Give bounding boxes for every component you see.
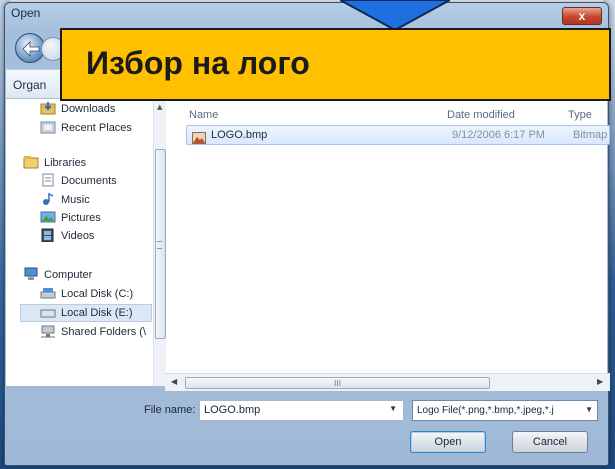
caption-box: Избор на лого [60,28,611,101]
scroll-grip [157,241,162,249]
file-list: Name Date modified Type LOGO.bmp 9/12/20… [167,99,615,386]
scroll-thumb[interactable]: III [185,377,490,389]
caption-title: Избор на лого [86,45,310,81]
file-name-value: LOGO.bmp [204,404,261,416]
drive-icon [40,305,56,319]
sidebar-item-label: Libraries [44,157,87,169]
recent-places-icon [40,120,56,134]
file-type: Bitmap in [573,129,615,141]
column-header-date-modified[interactable]: Date modified [447,109,515,121]
title-bar: Open x [5,3,608,29]
scroll-right-arrow-icon[interactable]: ▶ [597,377,603,386]
file-name-input[interactable]: LOGO.bmp ▼ [199,400,404,421]
sidebar-item-downloads[interactable]: Downloads [40,101,115,119]
documents-icon [40,173,56,187]
column-header-type[interactable]: Type [568,109,592,121]
window-title: Open [11,6,41,20]
sidebar-item-label: Shared Folders (\ [61,326,146,338]
sidebar-item-label: Documents [61,175,117,187]
sidebar-item-label: Pictures [61,212,101,224]
navigation-pane: Downloads Recent Places Libraries Docume… [6,99,166,386]
horizontal-scrollbar[interactable]: ◀ III ▶ [165,373,610,391]
file-type-value: Logo File(*.png,*.bmp,*.jpeg,*.j [417,405,554,416]
downloads-icon [40,101,56,115]
computer-icon [23,267,39,281]
sidebar-item-videos[interactable]: Videos [40,228,94,246]
scroll-left-arrow-icon[interactable]: ◀ [171,377,177,386]
pictures-icon [40,210,56,224]
file-type-select[interactable]: Logo File(*.png,*.bmp,*.jpeg,*.j ▼ [412,400,598,421]
shared-folder-icon [40,324,56,338]
organize-menu[interactable]: Organ [13,78,46,92]
file-name: LOGO.bmp [211,129,268,141]
sidebar-item-label: Videos [61,230,95,242]
close-icon: x [578,9,586,23]
sidebar-item-local-disk-e[interactable]: Local Disk (E:) [20,304,152,322]
navigation-scrollbar[interactable]: ▲ [153,99,166,386]
sidebar-item-label: Computer [44,269,93,281]
column-header-name[interactable]: Name [189,109,218,121]
videos-icon [40,228,56,243]
sidebar-item-local-disk-c[interactable]: Local Disk (C:) [40,286,133,304]
libraries-icon [23,155,39,169]
back-arrow-icon [22,41,40,57]
browser-area: Downloads Recent Places Libraries Docume… [6,99,615,386]
sidebar-item-documents[interactable]: Documents [40,173,117,191]
sidebar-item-recent-places[interactable]: Recent Places [40,120,132,138]
sidebar-item-label: Recent Places [61,122,132,134]
cancel-button[interactable]: Cancel [512,431,588,453]
drive-icon [40,286,56,300]
sidebar-item-music[interactable]: Music [40,192,90,210]
sidebar-item-computer[interactable]: Computer [23,267,92,285]
bitmap-file-icon [192,129,206,144]
file-row[interactable]: LOGO.bmp 9/12/2006 6:17 PM Bitmap in [186,125,615,145]
sidebar-item-label: Downloads [61,103,116,115]
file-name-label: File name: [144,404,196,416]
scroll-grip: III [334,379,342,388]
sidebar-item-shared-folders[interactable]: Shared Folders (\ [40,324,146,342]
down-arrow-icon [340,0,450,30]
sidebar-item-pictures[interactable]: Pictures [40,210,101,228]
open-button[interactable]: Open [410,431,486,453]
scroll-up-arrow-icon[interactable]: ▲ [157,103,162,111]
sidebar-item-label: Local Disk (E:) [61,307,133,319]
chevron-down-icon[interactable]: ▼ [582,405,593,414]
file-date: 9/12/2006 6:17 PM [452,129,545,141]
sidebar-item-label: Music [61,194,90,206]
music-icon [40,192,56,206]
close-button[interactable]: x [562,7,602,25]
sidebar-item-label: Local Disk (C:) [61,288,134,300]
chevron-down-icon[interactable]: ▼ [389,404,397,413]
sidebar-item-libraries[interactable]: Libraries [23,155,86,173]
